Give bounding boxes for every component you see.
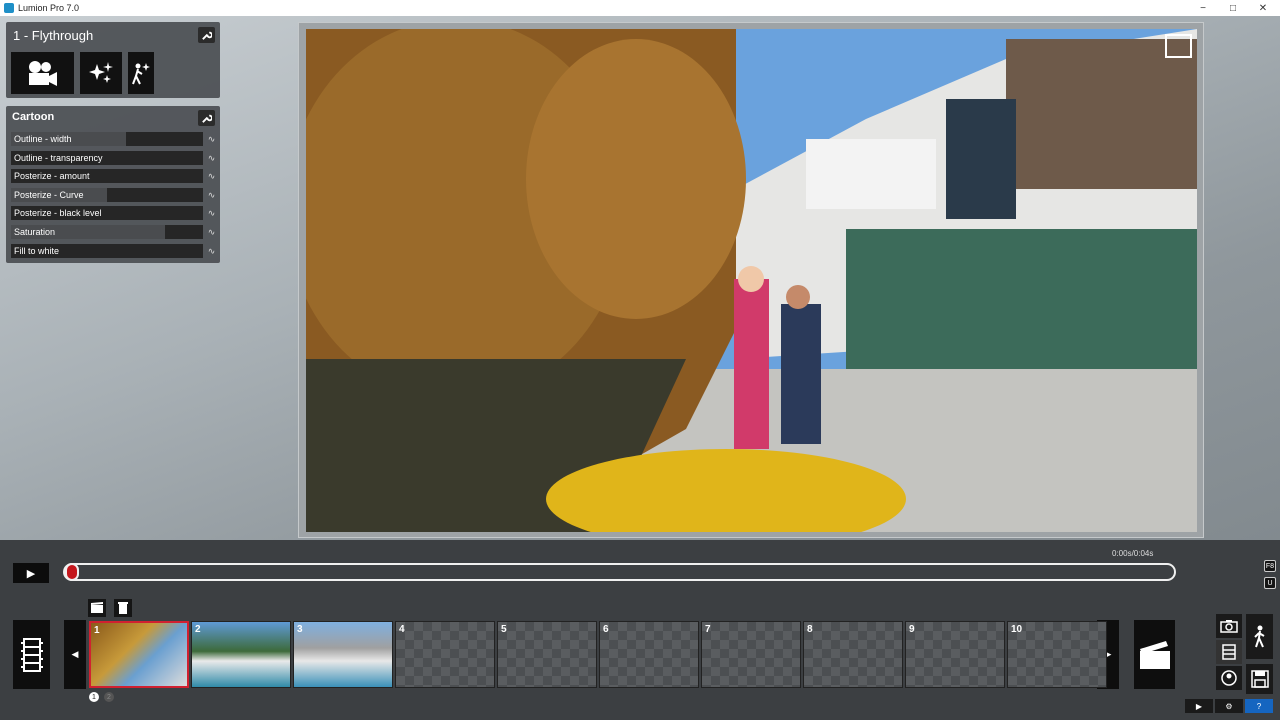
wrench-icon [202, 31, 212, 40]
floppy-disk-icon [1250, 670, 1269, 688]
curve-icon[interactable]: ∿ [206, 207, 217, 219]
clip-slot[interactable]: 4 [395, 621, 495, 688]
movie-title: 1 - Flythrough [13, 28, 94, 43]
render-movie-button[interactable] [1134, 620, 1175, 689]
timecode: 0:00s/0:04s [1112, 549, 1154, 558]
delete-clip-button[interactable] [114, 599, 132, 617]
clip-slot[interactable]: 5 [497, 621, 597, 688]
walking-person-icon [1253, 625, 1265, 647]
add-clip-effect-button[interactable] [128, 52, 154, 94]
effect-slider[interactable]: Outline - width [11, 132, 203, 146]
effect-slider[interactable]: Fill to white [11, 243, 203, 258]
app-title: Lumion Pro 7.0 [18, 3, 80, 13]
effect-slider[interactable]: Posterize - Curve [11, 187, 203, 202]
clip-number: 6 [603, 624, 609, 635]
clip-slot[interactable]: 9 [905, 621, 1005, 688]
build-mode-button[interactable] [1246, 614, 1273, 659]
slider-label: Posterize - black level [14, 208, 102, 219]
curve-icon[interactable]: ∿ [206, 170, 217, 182]
slider-label: Outline - transparency [14, 152, 103, 163]
movie-mode-side-button[interactable] [1216, 640, 1242, 664]
clip-number: 10 [1011, 624, 1023, 635]
effect-slider[interactable]: Posterize - amount [11, 169, 203, 184]
camera-icon [1220, 620, 1238, 633]
timeline-scrubber[interactable] [63, 563, 1176, 581]
curve-icon[interactable]: ∿ [206, 152, 217, 164]
sparkle-effects-icon [89, 62, 113, 83]
add-clip-button[interactable] [88, 599, 106, 617]
title-bar: Lumion Pro 7.0 [0, 0, 1280, 16]
settings-button[interactable]: ⚙ [1215, 699, 1243, 713]
clip-slot[interactable]: 6 [599, 621, 699, 688]
movie-mode-button[interactable] [13, 620, 50, 689]
film-strip-icon [20, 637, 43, 672]
effect-title: Cartoon [12, 111, 55, 123]
play-preview-button[interactable]: ▶ [1185, 699, 1213, 713]
effect-slider[interactable]: Posterize - black level [11, 206, 203, 221]
effect-slider[interactable]: Outline - transparency [11, 150, 203, 165]
effect-slider[interactable]: Saturation [11, 225, 203, 239]
movie-settings-button[interactable] [198, 27, 215, 43]
clip-number: 8 [807, 624, 813, 635]
clip-number: 1 [94, 625, 100, 636]
clip-slot[interactable]: 1 [89, 621, 189, 688]
clip-number: 2 [195, 624, 201, 635]
effect-settings-button[interactable] [198, 110, 215, 126]
trash-icon [118, 602, 128, 614]
save-button[interactable] [1246, 664, 1273, 694]
slider-label: Saturation [14, 227, 56, 237]
walk-sparkle-icon [132, 63, 150, 85]
f8-key-badge[interactable]: F8 [1264, 560, 1276, 572]
effect-panel [6, 106, 220, 263]
panorama-mode-button[interactable] [1216, 666, 1242, 690]
close-button[interactable]: ✕ [1248, 0, 1278, 16]
clip-number: 3 [297, 624, 303, 635]
scroll-clips-left-button[interactable]: ◀ [64, 620, 86, 689]
render-viewport [298, 22, 1204, 538]
curve-icon[interactable]: ∿ [206, 226, 217, 238]
clip-slot[interactable]: 10 [1007, 621, 1107, 688]
photo-mode-button[interactable] [1216, 614, 1242, 638]
add-effect-button[interactable] [80, 52, 122, 94]
page-dot-1[interactable]: 1 [89, 692, 99, 702]
clip-slot[interactable]: 2 [191, 621, 291, 688]
u-key-badge[interactable]: U [1264, 577, 1276, 589]
movie-camera-icon [28, 61, 57, 86]
clapperboard-icon [1139, 640, 1170, 669]
slider-label: Posterize - amount [14, 171, 90, 182]
wrench-icon [202, 114, 212, 123]
slider-label: Fill to white [14, 245, 60, 256]
curve-icon[interactable]: ∿ [206, 245, 217, 257]
clip-slot[interactable]: 3 [293, 621, 393, 688]
clip-slot[interactable]: 7 [701, 621, 801, 688]
clip-number: 9 [909, 624, 915, 635]
curve-icon[interactable]: ∿ [206, 133, 217, 145]
scene-preview[interactable] [306, 29, 1197, 532]
lumion-app-icon [4, 3, 14, 13]
clip-number: 7 [705, 624, 711, 635]
minimize-button[interactable]: − [1188, 0, 1218, 16]
curve-icon[interactable]: ∿ [206, 189, 217, 201]
playhead[interactable] [65, 563, 79, 581]
play-button[interactable]: ▶ [13, 563, 49, 583]
clip-number: 5 [501, 624, 507, 635]
globe-icon [1221, 670, 1237, 686]
scene-illustration [306, 29, 1197, 532]
film-strip-icon [1222, 644, 1236, 660]
record-clip-button[interactable] [11, 52, 74, 94]
clip-slot[interactable]: 8 [803, 621, 903, 688]
help-button[interactable]: ? [1245, 699, 1273, 713]
slider-label: Outline - width [14, 134, 72, 144]
page-dot-2[interactable]: 2 [104, 692, 114, 702]
slider-label: Posterize - Curve [14, 189, 84, 200]
clip-number: 4 [399, 624, 405, 635]
maximize-button[interactable]: □ [1218, 0, 1248, 16]
add-clip-icon [91, 602, 103, 613]
